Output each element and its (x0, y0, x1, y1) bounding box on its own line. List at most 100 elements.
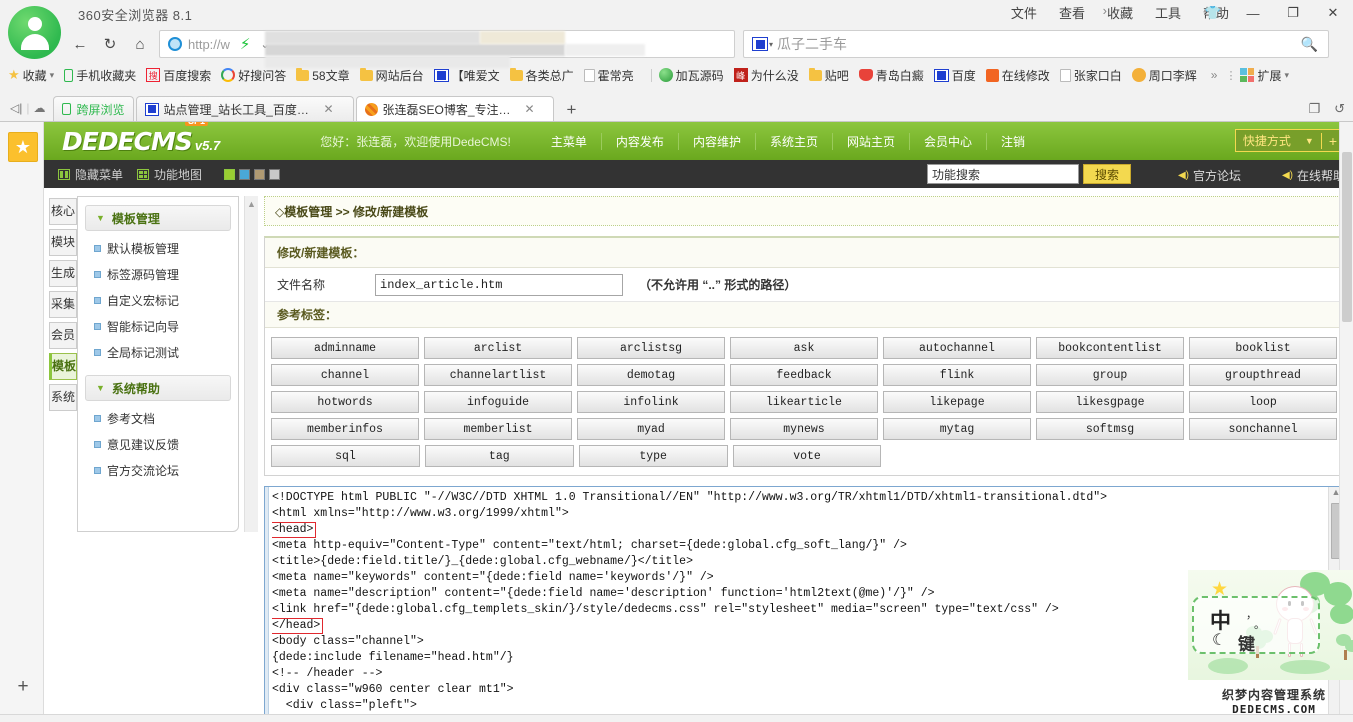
function-search-button[interactable]: 搜索 (1083, 164, 1131, 184)
tag-button-feedback[interactable]: feedback (730, 364, 878, 386)
online-help-link[interactable]: ◀) 在线帮助 (1282, 167, 1345, 184)
undo-icon[interactable]: ↺ (1334, 101, 1345, 117)
tag-button-mytag[interactable]: mytag (883, 418, 1031, 440)
address-dropdown-icon[interactable]: ⌄ (260, 38, 269, 51)
tag-button-adminname[interactable]: adminname (271, 337, 419, 359)
user-avatar[interactable] (8, 6, 61, 59)
bookmark-item[interactable]: 58文章 (296, 67, 350, 84)
topnav-publish[interactable]: 内容发布 (602, 132, 679, 150)
bookmark-item[interactable]: 【唯爱文 (433, 67, 500, 84)
tag-button-likepage[interactable]: likepage (883, 391, 1031, 413)
official-forum-link[interactable]: ◀) 官方论坛 (1178, 167, 1241, 184)
topnav-member-center[interactable]: 会员中心 (910, 132, 987, 150)
tab-close-icon[interactable]: ✕ (525, 102, 535, 116)
swatch-blue[interactable] (239, 168, 251, 180)
tag-button-likearticle[interactable]: likearticle (730, 391, 878, 413)
topnav-maintain[interactable]: 内容维护 (679, 132, 756, 150)
tag-button-booklist[interactable]: booklist (1189, 337, 1337, 359)
tag-button-demotag[interactable]: demotag (577, 364, 725, 386)
vtab-core[interactable]: 核心 (49, 198, 77, 225)
tag-button-memberinfos[interactable]: memberinfos (271, 418, 419, 440)
template-code-editor[interactable]: <!DOCTYPE html PUBLIC "-//W3C//DTD XHTML… (264, 486, 1344, 714)
bookmark-item[interactable]: 霍常亮 (583, 67, 634, 84)
menu-tools[interactable]: 工具 (1155, 3, 1181, 22)
bookmark-item[interactable]: 峰为什么没 (733, 67, 799, 84)
tag-button-type[interactable]: type (578, 445, 728, 467)
speed-boost-icon[interactable]: ⚡ (240, 35, 251, 53)
hide-menu-button[interactable]: 隐藏菜单 (58, 166, 123, 183)
function-search-input[interactable] (927, 164, 1079, 184)
vtab-collect[interactable]: 采集 (49, 291, 77, 318)
tag-button-arclist[interactable]: arclist (424, 337, 572, 359)
bookmark-item[interactable]: 网站后台 (359, 67, 424, 84)
topnav-main-menu[interactable]: 主菜单 (537, 132, 602, 150)
menu-group-header-template[interactable]: ▼ 模板管理 (85, 205, 231, 231)
menu-scrollbar[interactable]: ▲ (244, 196, 258, 532)
search-bar[interactable]: ▾ 瓜子二手车 🔍 (743, 30, 1329, 58)
swatch-gray[interactable] (269, 168, 281, 180)
tag-button-softmsg[interactable]: softmsg (1036, 418, 1184, 440)
menu-item-custom-macro[interactable]: 自定义宏标记 (94, 292, 238, 309)
dede-logo[interactable]: DEDECMSv5.7 SP1 (62, 122, 220, 156)
tag-button-tag[interactable]: tag (424, 445, 574, 467)
tab-close-icon[interactable]: ✕ (324, 102, 334, 116)
bookmark-item[interactable]: 张家口白 (1059, 67, 1122, 84)
menu-item-default-template[interactable]: 默认模板管理 (94, 240, 238, 257)
menu-group-header-help[interactable]: ▼ 系统帮助 (85, 375, 231, 401)
tag-button-hotwords[interactable]: hotwords (271, 391, 419, 413)
back-button[interactable]: ← (65, 31, 95, 57)
tag-button-infolink[interactable]: infolink (577, 391, 725, 413)
tab-crossscreen[interactable]: 跨屏浏览 (53, 96, 134, 121)
tag-button-ask[interactable]: ask (730, 337, 878, 359)
home-button[interactable]: ⌂ (125, 31, 155, 57)
minimize-button[interactable]: — (1233, 0, 1273, 26)
tag-button-vote[interactable]: vote (732, 445, 882, 467)
bookmark-item[interactable]: 青岛白癜 (858, 67, 924, 84)
tag-button-infoguide[interactable]: infoguide (424, 391, 572, 413)
tag-button-mynews[interactable]: mynews (730, 418, 878, 440)
vtab-generate[interactable]: 生成 (49, 260, 77, 287)
theme-icon[interactable]: 👕 (1193, 0, 1233, 26)
tag-button-groupthread[interactable]: groupthread (1189, 364, 1337, 386)
search-icon[interactable]: 🔍 (1301, 36, 1318, 53)
bookmarks-overflow-icon[interactable]: » (1211, 68, 1218, 82)
bookmarks-more-icon[interactable]: ⋮ (1225, 69, 1236, 82)
menu-favorites[interactable]: 收藏 (1107, 3, 1133, 22)
bookmark-item[interactable]: 好搜问答 (221, 67, 286, 84)
bookmark-item[interactable]: 搜百度搜索 (146, 67, 211, 84)
tag-button-channel[interactable]: channel (271, 364, 419, 386)
menu-file[interactable]: 文件 (1011, 3, 1037, 22)
tag-button-group[interactable]: group (1036, 364, 1184, 386)
tab-dedecms-blog[interactable]: 张连磊SEO博客_专注于分享seo思 ✕ (355, 96, 554, 121)
rail-add-button[interactable]: + (12, 676, 34, 698)
menu-view[interactable]: 查看 (1059, 3, 1085, 22)
swatch-green[interactable] (224, 168, 236, 180)
editor-code-area[interactable]: <!DOCTYPE html PUBLIC "-//W3C//DTD XHTML… (272, 490, 1327, 714)
search-input[interactable]: 瓜子二手车 (777, 34, 847, 54)
ime-mode-box[interactable]: 中 ， 。 ☾ 键 (1192, 596, 1320, 654)
vtab-member[interactable]: 会员 (49, 322, 77, 349)
bookmark-item[interactable]: 百度 (933, 67, 976, 84)
menu-item-global-tag-test[interactable]: 全局标记测试 (94, 344, 238, 361)
moon-icon[interactable]: ☾ (1212, 630, 1226, 650)
tag-button-loop[interactable]: loop (1189, 391, 1337, 413)
menu-item-feedback[interactable]: 意见建议反馈 (94, 436, 238, 453)
close-button[interactable]: ✕ (1313, 0, 1353, 26)
menu-item-official-forum[interactable]: 官方交流论坛 (94, 462, 238, 479)
address-bar[interactable]: http://w ⚡ ⌄ (159, 30, 735, 68)
bookmarks-root[interactable]: ★ 收藏 ▾ (8, 67, 54, 84)
vtab-template[interactable]: 模板 (49, 353, 77, 380)
bookmark-item[interactable]: 周口李辉 (1131, 67, 1197, 84)
favorites-rail-button[interactable]: ★ (8, 132, 38, 162)
tag-button-flink[interactable]: flink (883, 364, 1031, 386)
search-engine-icon[interactable] (752, 37, 768, 51)
tag-button-autochannel[interactable]: autochannel (883, 337, 1031, 359)
bookmark-item[interactable]: 在线修改 (985, 67, 1050, 84)
bookmark-item[interactable]: 贴吧 (808, 67, 849, 84)
restore-tab-icon[interactable]: ❐ (1308, 101, 1320, 117)
tag-button-sonchannel[interactable]: sonchannel (1189, 418, 1337, 440)
menu-item-smart-tag-wizard[interactable]: 智能标记向导 (94, 318, 238, 335)
tab-baidu-webmaster[interactable]: 站点管理_站长工具_百度站长平 ✕ (135, 96, 354, 121)
menu-item-reference-doc[interactable]: 参考文档 (94, 410, 238, 427)
tag-button-myad[interactable]: myad (577, 418, 725, 440)
